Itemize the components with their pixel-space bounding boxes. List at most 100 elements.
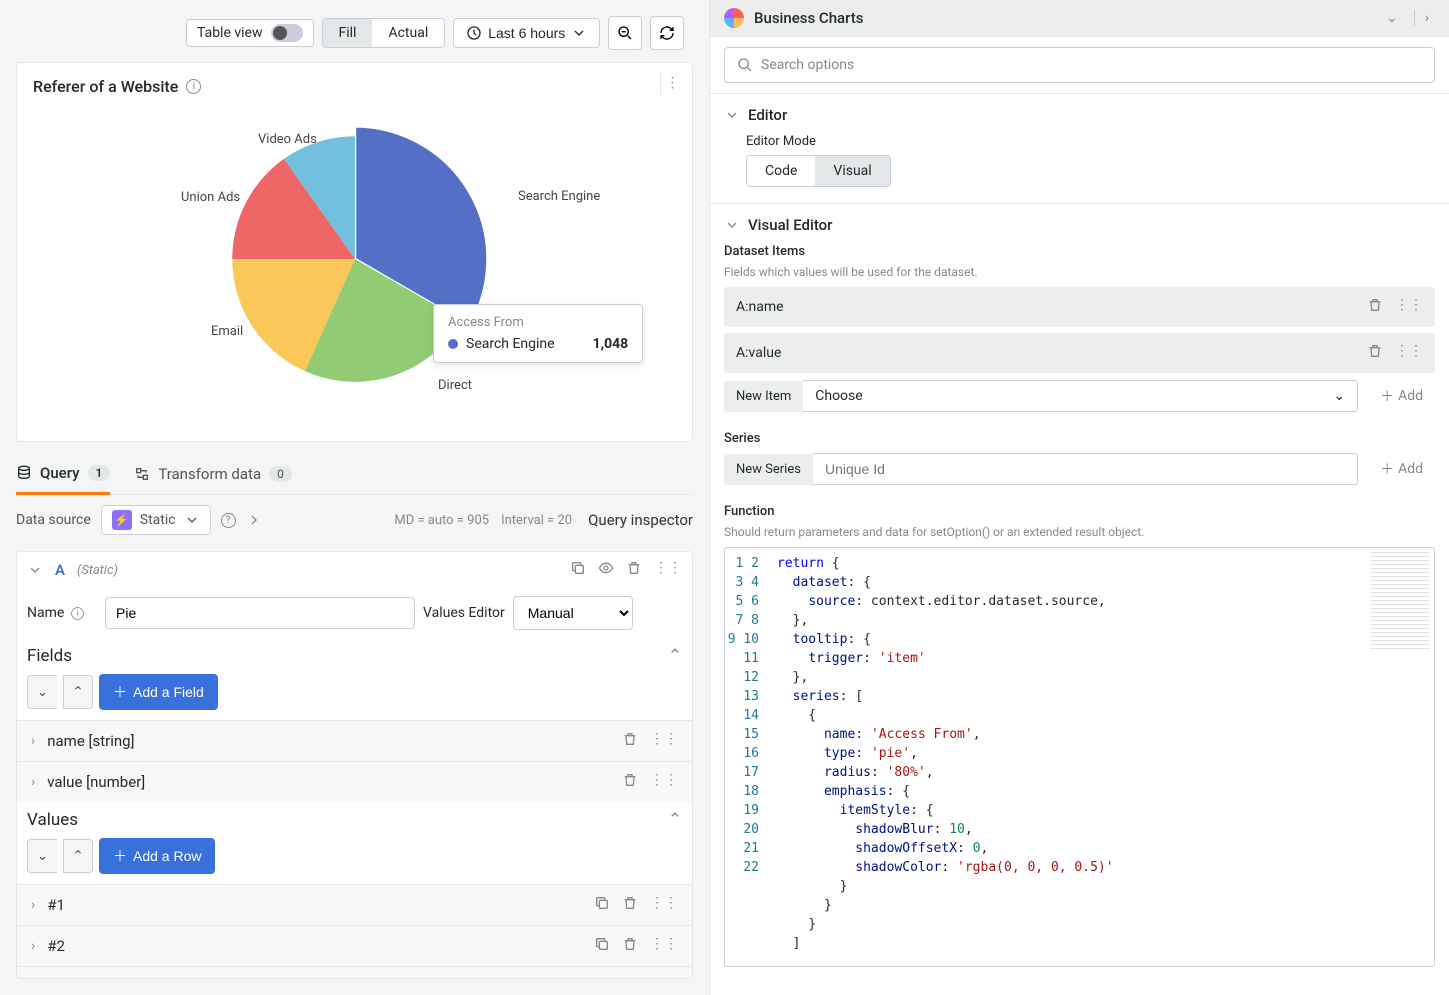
chevron-right-icon: › <box>31 897 35 913</box>
label-union-ads: Union Ads <box>181 190 240 205</box>
chevron-right-icon[interactable]: › <box>1414 10 1435 26</box>
visual-editor-title: Visual Editor <box>748 216 832 234</box>
expand-all-button[interactable]: ⌃ <box>63 839 93 873</box>
add-row-button[interactable]: ＋ Add a Row <box>99 838 215 874</box>
actual-button[interactable]: Actual <box>372 19 444 47</box>
code-editor[interactable]: 1 2 3 4 5 6 7 8 9 10 11 12 13 14 15 16 1… <box>724 547 1435 967</box>
drag-icon[interactable]: ⋮⋮ <box>654 560 682 580</box>
add-item-button[interactable]: ＋ Add <box>1368 379 1435 413</box>
tab-query[interactable]: Query 1 <box>16 454 110 495</box>
drag-icon[interactable]: ⋮⋮ <box>650 936 678 956</box>
refresh-icon <box>659 25 675 41</box>
query-letter[interactable]: A <box>55 561 65 579</box>
drag-icon[interactable]: ⋮⋮ <box>1395 343 1423 363</box>
drag-icon[interactable]: ⋮⋮ <box>1395 297 1423 317</box>
info-icon[interactable]: i <box>186 79 201 94</box>
value-row[interactable]: › #3 ⋮⋮ <box>17 966 692 979</box>
drag-icon[interactable]: ⋮⋮ <box>650 895 678 915</box>
trash-icon[interactable] <box>622 772 638 792</box>
dataset-item[interactable]: A:value ⋮⋮ <box>724 333 1435 373</box>
collapse-all-button[interactable]: ⌄ <box>27 675 57 709</box>
drag-icon[interactable]: ⋮⋮ <box>650 977 678 979</box>
fill-button[interactable]: Fill <box>323 19 373 47</box>
table-view-toggle[interactable]: Table view <box>186 19 314 47</box>
plugin-title[interactable]: Business Charts <box>754 9 1370 27</box>
dataset-item[interactable]: A:name ⋮⋮ <box>724 287 1435 327</box>
chevron-down-icon: ⌄ <box>1333 388 1345 404</box>
eye-icon[interactable] <box>598 560 614 580</box>
trash-icon[interactable] <box>622 977 638 979</box>
value-row[interactable]: › #2 ⋮⋮ <box>17 925 692 966</box>
transform-icon <box>134 466 150 482</box>
datasource-picker[interactable]: ⚡ Static <box>101 505 211 535</box>
new-item-select[interactable]: Choose ⌄ <box>803 380 1358 412</box>
value-row[interactable]: › #1 ⋮⋮ <box>17 884 692 925</box>
field-row[interactable]: › name [string] ⋮⋮ <box>17 720 692 761</box>
help-icon[interactable]: ? <box>221 513 236 528</box>
label-search-engine: Search Engine <box>518 189 600 204</box>
chevron-down-icon[interactable]: ⌄ <box>1380 10 1404 26</box>
code-body: return { dataset: { source: context.edit… <box>769 548 1434 959</box>
query-count-badge: 1 <box>88 465 111 481</box>
add-field-button[interactable]: ＋ Add a Field <box>99 674 218 710</box>
tooltip-value: 1,048 <box>593 336 629 352</box>
trash-icon[interactable] <box>622 731 638 751</box>
code-gutter: 1 2 3 4 5 6 7 8 9 10 11 12 13 14 15 16 1… <box>725 548 769 966</box>
refresh-button[interactable] <box>650 16 684 50</box>
name-input[interactable] <box>105 597 415 629</box>
toggle-switch-icon <box>271 24 303 42</box>
add-series-button[interactable]: ＋ Add <box>1368 452 1435 486</box>
plugin-logo-icon <box>724 8 744 28</box>
tab-transform[interactable]: Transform data 0 <box>134 455 292 493</box>
collapse-fields-icon[interactable]: ⌃ <box>668 646 682 666</box>
mode-code-button[interactable]: Code <box>747 156 815 186</box>
chevron-down-icon[interactable] <box>724 217 740 233</box>
fields-header: Fields <box>27 646 72 666</box>
chart-panel: Referer of a Website i ⋮ Video Ads Union… <box>16 62 693 442</box>
copy-icon[interactable] <box>594 977 610 979</box>
label-direct: Direct <box>438 378 472 393</box>
copy-icon[interactable] <box>594 895 610 915</box>
time-range-label: Last 6 hours <box>488 25 565 41</box>
zoom-out-icon <box>617 25 633 41</box>
name-field-label: Name i <box>27 605 97 621</box>
tooltip-dot-icon <box>448 339 458 349</box>
search-input[interactable]: Search options <box>724 47 1435 83</box>
trash-icon[interactable] <box>622 895 638 915</box>
trash-icon[interactable] <box>626 560 642 580</box>
table-view-label: Table view <box>197 25 263 41</box>
editor-mode-toggle: Code Visual <box>746 155 891 187</box>
trash-icon[interactable] <box>1367 343 1383 363</box>
copy-icon[interactable] <box>594 936 610 956</box>
query-inspector-button[interactable]: Query inspector <box>588 511 693 529</box>
time-range-picker[interactable]: Last 6 hours <box>453 18 600 48</box>
drag-icon[interactable]: ⋮⋮ <box>650 772 678 792</box>
panel-menu-button[interactable]: ⋮ <box>660 71 684 95</box>
chevron-down-icon[interactable] <box>27 562 43 578</box>
database-icon <box>16 465 32 481</box>
minimap-icon[interactable] <box>1370 552 1430 652</box>
series-label: Series <box>724 431 1435 446</box>
trash-icon[interactable] <box>622 936 638 956</box>
unique-id-input[interactable] <box>813 453 1358 485</box>
chevron-right-icon: › <box>31 733 35 749</box>
expand-all-button[interactable]: ⌃ <box>63 675 93 709</box>
trash-icon[interactable] <box>1367 297 1383 317</box>
chevron-right-icon[interactable] <box>246 512 262 528</box>
tooltip-name: Search Engine <box>466 336 555 352</box>
values-editor-label: Values Editor <box>423 605 505 621</box>
chevron-down-icon[interactable] <box>724 107 740 123</box>
bolt-icon: ⚡ <box>112 510 132 530</box>
field-row[interactable]: › value [number] ⋮⋮ <box>17 761 692 802</box>
mode-visual-button[interactable]: Visual <box>815 156 889 186</box>
collapse-values-icon[interactable]: ⌃ <box>668 810 682 830</box>
interval-stat: Interval = 20 <box>501 513 572 528</box>
copy-icon[interactable] <box>570 560 586 580</box>
values-editor-select[interactable]: Manual <box>513 596 633 630</box>
drag-icon[interactable]: ⋮⋮ <box>650 731 678 751</box>
new-item-label: New Item <box>724 381 803 412</box>
collapse-all-button[interactable]: ⌄ <box>27 839 57 873</box>
zoom-out-button[interactable] <box>608 16 642 50</box>
function-help-text: Should return parameters and data for se… <box>724 525 1435 539</box>
function-label: Function <box>724 504 1435 519</box>
